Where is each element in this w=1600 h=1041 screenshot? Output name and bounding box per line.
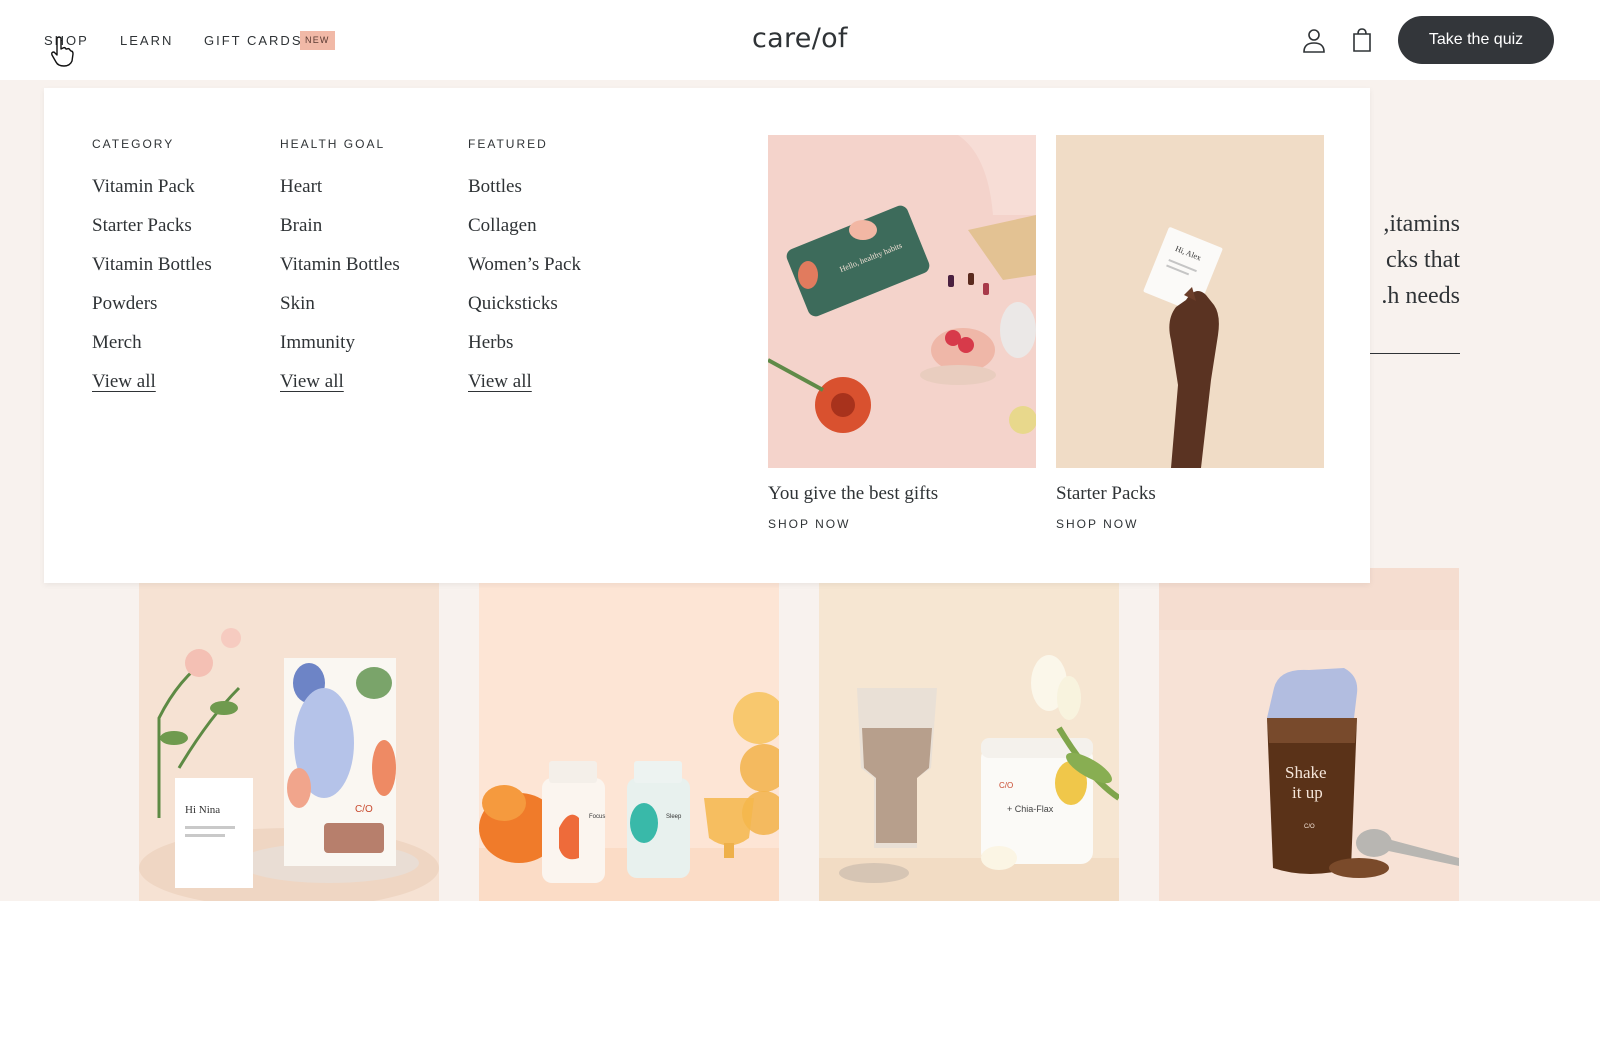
view-all-link[interactable]: View all xyxy=(280,371,344,393)
promo-gifts[interactable]: Hello, healthy habits You give the best … xyxy=(768,135,1036,531)
product-tile-bottles[interactable]: Focus Sleep xyxy=(479,568,779,901)
shop-now-link[interactable]: SHOP NOW xyxy=(768,517,850,531)
promo-title[interactable]: Starter Packs xyxy=(1056,483,1156,505)
jar-logo: C/O xyxy=(999,781,1013,790)
jar-label: + Chia-Flax xyxy=(1007,804,1054,814)
menu-item[interactable]: Vitamin Bottles xyxy=(280,254,400,276)
promo-starter-packs[interactable]: Hi, Alex Starter Packs SHOP NOW xyxy=(1056,135,1324,531)
nav-learn[interactable]: LEARN xyxy=(120,33,173,48)
menu-item[interactable]: Powders xyxy=(92,293,157,315)
nav-gift-cards[interactable]: GIFT CARDS xyxy=(204,33,303,48)
hero-line: h needs. xyxy=(1381,283,1460,309)
menu-item[interactable]: Herbs xyxy=(468,332,513,354)
menu-item[interactable]: Bottles xyxy=(468,176,522,198)
menu-item[interactable]: Heart xyxy=(280,176,322,198)
shaker-text: it up xyxy=(1292,783,1323,802)
bottle-label: Focus xyxy=(589,814,605,820)
cart-icon[interactable] xyxy=(1348,26,1376,54)
shaker-text: Shake xyxy=(1285,763,1327,782)
packet-name: Hi Nina xyxy=(185,804,220,816)
menu-item[interactable]: Vitamin Pack xyxy=(92,176,195,198)
column-heading: FEATURED xyxy=(468,137,548,151)
column-heading: CATEGORY xyxy=(92,137,175,151)
menu-item[interactable]: Vitamin Bottles xyxy=(92,254,212,276)
bottle-label: Sleep xyxy=(666,814,682,820)
hero-divider xyxy=(1370,353,1460,354)
hero-description: itamins, cks that h needs. xyxy=(1360,206,1460,314)
menu-item[interactable]: Starter Packs xyxy=(92,215,192,237)
product-tile-chia-flax[interactable]: + Chia-Flax C/O xyxy=(819,568,1119,901)
site-header: SHOP LEARN GIFT CARDS NEW care/of Take t… xyxy=(0,0,1600,80)
shop-dropdown-menu: CATEGORY Vitamin Pack Starter Packs Vita… xyxy=(44,88,1370,583)
box-logo: C/O xyxy=(355,804,373,815)
promo-starter-image: Hi, Alex xyxy=(1056,135,1324,468)
view-all-link[interactable]: View all xyxy=(468,371,532,393)
shaker-logo: C/O xyxy=(1304,824,1315,830)
menu-item[interactable]: Skin xyxy=(280,293,315,315)
account-icon[interactable] xyxy=(1300,26,1328,54)
menu-item[interactable]: Immunity xyxy=(280,332,355,354)
column-heading: HEALTH GOAL xyxy=(280,137,386,151)
menu-item[interactable]: Brain xyxy=(280,215,322,237)
take-quiz-button[interactable]: Take the quiz xyxy=(1398,16,1554,64)
menu-item[interactable]: Women’s Pack xyxy=(468,254,581,276)
shop-now-link[interactable]: SHOP NOW xyxy=(1056,517,1138,531)
view-all-link[interactable]: View all xyxy=(92,371,156,393)
hero-line: cks that xyxy=(1386,247,1460,273)
product-tile-starter-pack[interactable]: Hi Nina C/O xyxy=(139,568,439,901)
menu-item[interactable]: Merch xyxy=(92,332,142,354)
new-badge: NEW xyxy=(300,31,335,50)
hand-cursor-icon xyxy=(50,36,74,68)
site-logo[interactable]: care/of xyxy=(752,23,848,54)
promo-title[interactable]: You give the best gifts xyxy=(768,483,938,505)
product-tile-shaker[interactable]: Shake it up C/O xyxy=(1159,568,1459,901)
menu-item[interactable]: Collagen xyxy=(468,215,537,237)
hero-line: itamins, xyxy=(1383,211,1460,237)
promo-gifts-image: Hello, healthy habits xyxy=(768,135,1036,468)
menu-item[interactable]: Quicksticks xyxy=(468,293,558,315)
